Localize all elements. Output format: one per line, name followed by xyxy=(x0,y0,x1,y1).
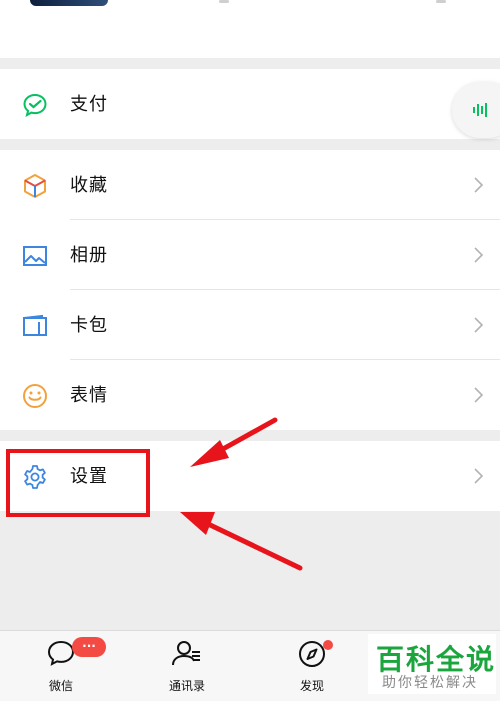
chevron-right-icon xyxy=(474,177,484,193)
menu-item-album[interactable]: 相册 xyxy=(0,220,500,290)
profile-card[interactable] xyxy=(0,0,500,58)
contacts-icon xyxy=(172,641,200,666)
chevron-right-icon xyxy=(474,387,484,403)
voice-wave-icon xyxy=(473,103,487,117)
menu-label-cards: 卡包 xyxy=(70,315,108,336)
watermark: 百科全说 助你轻松解决 xyxy=(368,634,496,694)
arrow-lower xyxy=(203,520,303,571)
settings-highlight-box xyxy=(6,449,150,517)
chevron-right-icon xyxy=(474,317,484,333)
menu-item-pay[interactable]: 支付 xyxy=(0,69,500,139)
wechat-pay-icon xyxy=(23,93,47,117)
discover-notification-dot xyxy=(323,640,333,650)
pay-group: 支付 xyxy=(0,69,500,139)
watermark-subtitle: 助你轻松解决 xyxy=(382,675,478,691)
image-icon xyxy=(23,246,47,266)
tab-label-contacts: 通讯录 xyxy=(168,679,205,693)
chevron-right-icon xyxy=(474,468,484,484)
tab-label-chats: 微信 xyxy=(48,679,73,693)
menu-label-favorites: 收藏 xyxy=(70,175,108,196)
tab-label-discover: 发现 xyxy=(299,679,324,693)
floating-voice-button[interactable] xyxy=(452,82,500,138)
profile-hint-a xyxy=(219,0,229,3)
features-group: 收藏 相册 卡包 表情 xyxy=(0,150,500,430)
cube-icon xyxy=(24,174,46,198)
tab-contacts[interactable]: 通讯录 xyxy=(142,631,232,701)
arrow-lower-head xyxy=(180,512,215,535)
menu-item-favorites[interactable]: 收藏 xyxy=(0,150,500,220)
menu-label-pay: 支付 xyxy=(70,94,108,115)
menu-item-cards[interactable]: 卡包 xyxy=(0,290,500,360)
avatar[interactable] xyxy=(30,0,108,6)
smiley-icon xyxy=(23,384,47,408)
menu-label-album: 相册 xyxy=(70,245,108,266)
unread-badge: ··· xyxy=(72,637,106,657)
menu-label-stickers: 表情 xyxy=(70,385,108,406)
card-icon xyxy=(23,314,47,336)
tab-discover[interactable]: 发现 xyxy=(267,631,357,701)
menu-item-stickers[interactable]: 表情 xyxy=(0,360,500,430)
chevron-right-icon xyxy=(474,247,484,263)
profile-hint-b xyxy=(436,0,446,3)
